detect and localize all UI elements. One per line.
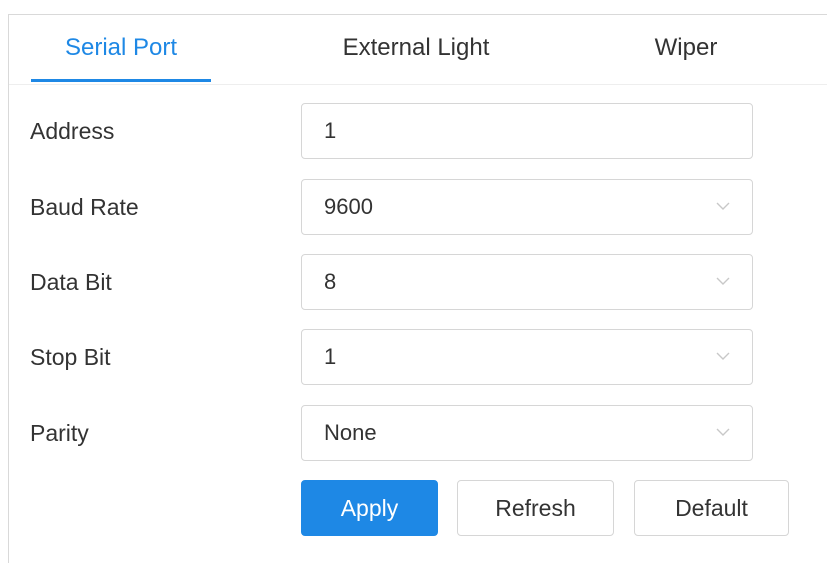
refresh-button[interactable]: Refresh	[457, 480, 614, 536]
address-row: Address	[0, 103, 827, 159]
stop-bit-select[interactable]: 1	[301, 329, 753, 385]
tab-divider	[9, 84, 827, 85]
baud-rate-label: Baud Rate	[30, 194, 139, 220]
tab-external-light[interactable]: External Light	[321, 15, 511, 83]
default-button[interactable]: Default	[634, 480, 789, 536]
stop-bit-label: Stop Bit	[30, 344, 111, 370]
data-bit-select[interactable]: 8	[301, 254, 753, 310]
stop-bit-value: 1	[324, 344, 337, 369]
parity-value: None	[324, 420, 377, 445]
baud-rate-select[interactable]: 9600	[301, 179, 753, 235]
data-bit-value: 8	[324, 269, 337, 294]
address-field-box	[301, 103, 753, 159]
chevron-down-icon	[716, 352, 730, 360]
parity-row: Parity None	[0, 405, 827, 461]
chevron-down-icon	[716, 277, 730, 285]
chevron-down-icon	[716, 428, 730, 436]
data-bit-label: Data Bit	[30, 269, 112, 295]
tab-wiper[interactable]: Wiper	[621, 15, 751, 83]
baud-rate-value: 9600	[324, 194, 373, 219]
chevron-down-icon	[716, 202, 730, 210]
address-input[interactable]	[302, 104, 752, 158]
stop-bit-row: Stop Bit 1	[0, 329, 827, 385]
parity-select[interactable]: None	[301, 405, 753, 461]
address-label: Address	[30, 118, 115, 144]
parity-label: Parity	[30, 420, 89, 446]
active-tab-indicator	[31, 79, 211, 82]
baud-rate-row: Baud Rate 9600	[0, 179, 827, 235]
data-bit-row: Data Bit 8	[0, 254, 827, 310]
apply-button[interactable]: Apply	[301, 480, 438, 536]
tab-bar: Serial Port External Light Wiper	[9, 15, 827, 85]
tab-serial-port[interactable]: Serial Port	[31, 15, 211, 83]
